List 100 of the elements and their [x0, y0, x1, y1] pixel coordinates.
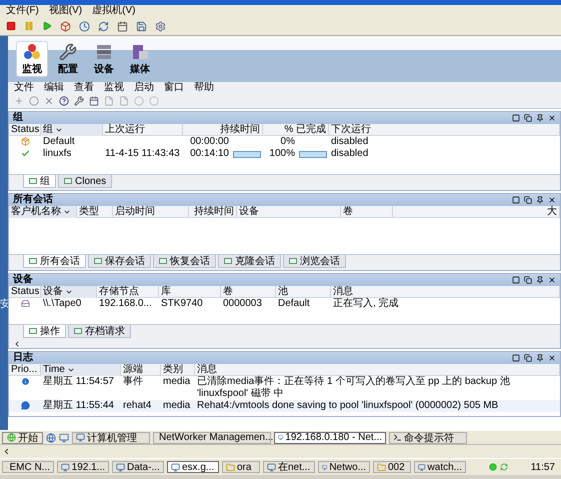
maximize-icon[interactable]	[512, 276, 520, 284]
taskbar-button[interactable]: watch...	[414, 461, 466, 473]
close-icon[interactable]	[548, 114, 556, 122]
taskbar-button[interactable]: 在net...	[263, 461, 315, 473]
panel-tab[interactable]: 保存会话	[88, 255, 151, 268]
table-cell-text: disabled	[330, 148, 370, 160]
nav-button[interactable]: 媒体	[124, 41, 156, 77]
taskbar-button[interactable]: 192.1...	[57, 461, 109, 473]
taskbar-button[interactable]: 192.168.0.180 - Net...	[274, 432, 386, 444]
taskbar-button[interactable]: 命令提示符	[389, 432, 467, 444]
taskbar-button[interactable]: Data-...	[112, 461, 164, 473]
column-header[interactable]: 设备	[41, 286, 97, 298]
browser-icon[interactable]	[46, 432, 56, 442]
pin-icon[interactable]	[536, 114, 544, 122]
nav-button[interactable]: 配置	[52, 41, 84, 77]
column-header[interactable]: 启动时间	[113, 206, 189, 218]
panel-tab[interactable]: 操作	[23, 325, 66, 338]
refresh-icon[interactable]	[98, 20, 109, 32]
panel-tab[interactable]: 所有会话	[23, 255, 86, 268]
pin-icon[interactable]	[536, 196, 544, 204]
server-stack-icon	[95, 43, 113, 61]
desktop-icon[interactable]	[59, 432, 69, 442]
taskbar-button[interactable]: Netwo...	[318, 461, 370, 473]
calendar-icon[interactable]	[117, 20, 128, 32]
column-header[interactable]: 卷	[221, 286, 276, 298]
menu-item[interactable]: 文件(F)	[6, 5, 39, 17]
close-icon[interactable]	[548, 276, 556, 284]
panel-tab[interactable]: 克隆会话	[218, 255, 281, 268]
column-header[interactable]: 存储节点	[97, 286, 159, 298]
panel-tab[interactable]: 恢复会话	[153, 255, 216, 268]
column-header[interactable]: 消息	[331, 286, 560, 298]
maximize-icon[interactable]	[512, 354, 520, 362]
column-header[interactable]: 类型	[77, 206, 113, 218]
menu-item[interactable]: 帮助	[194, 82, 214, 94]
column-header[interactable]: Time	[41, 364, 121, 376]
taskbar-button[interactable]: EMC N...	[2, 461, 54, 473]
settings-icon[interactable]	[155, 20, 166, 32]
pin-icon[interactable]	[536, 276, 544, 284]
column-header[interactable]: 组	[41, 124, 103, 136]
save-icon[interactable]	[136, 20, 147, 32]
menu-item[interactable]: 窗口	[164, 82, 184, 94]
menu-item[interactable]: 虚拟机(V)	[92, 5, 136, 17]
stop-icon[interactable]	[6, 21, 16, 31]
column-header[interactable]: 客户机名称	[9, 206, 77, 218]
pin-icon[interactable]	[536, 354, 544, 362]
help-icon[interactable]	[59, 96, 69, 106]
column-header[interactable]: 池	[276, 286, 331, 298]
taskbar-button[interactable]: ora	[222, 461, 260, 473]
restore-icon[interactable]	[524, 354, 532, 362]
column-header[interactable]: 卷	[341, 206, 393, 218]
panel-tab[interactable]: 存档请求	[68, 325, 131, 338]
start-logo-icon	[7, 433, 16, 442]
restore-icon[interactable]	[524, 276, 532, 284]
column-header[interactable]: % 已完成	[263, 124, 329, 136]
clock-icon[interactable]	[79, 20, 90, 32]
taskbar-button[interactable]: 002	[373, 461, 411, 473]
taskbar-button[interactable]: NetWorker Managemen...	[153, 432, 271, 444]
calendar-icon[interactable]	[89, 96, 99, 106]
delete-icon[interactable]	[44, 96, 54, 106]
scroll-left-icon[interactable]	[13, 340, 21, 348]
panel-title: 组	[13, 112, 23, 124]
taskbar-button[interactable]: esx.g...	[167, 461, 219, 473]
start-button[interactable]: 开始	[2, 432, 43, 444]
nav-button[interactable]: 设备	[88, 41, 120, 77]
clock: 11:57	[530, 462, 556, 472]
panel-tab[interactable]: 浏览会话	[283, 255, 346, 268]
restore-icon[interactable]	[524, 196, 532, 204]
panel-tab[interactable]: 组	[23, 175, 56, 188]
cube-icon[interactable]	[60, 20, 71, 32]
menu-item[interactable]: 编辑	[44, 82, 64, 94]
wrench-icon[interactable]	[74, 96, 84, 106]
table-cell-text: \\.\Tape0	[42, 298, 82, 310]
nav-button[interactable]: 监视	[16, 41, 48, 77]
tab-icon	[94, 258, 102, 264]
close-icon[interactable]	[548, 354, 556, 362]
table-cell-text: 已清除media事件：正在等待 1 个可写入的卷写入至 pp 上的 backup 池 'linuxfspool' 磁带 中	[196, 376, 511, 400]
column-header[interactable]: 大	[393, 206, 560, 218]
taskbar-button[interactable]: 计算机管理	[72, 432, 150, 444]
column-header[interactable]: 持续时间	[189, 206, 237, 218]
table-cell-text: 0000003	[222, 298, 263, 310]
column-header[interactable]: 上次运行	[103, 124, 183, 136]
column-header[interactable]: 下次运行	[329, 124, 560, 136]
column-header[interactable]: 持续时间	[183, 124, 263, 136]
menu-item[interactable]: 查看	[74, 82, 94, 94]
table-cell-text: 星期五 11:54:57	[42, 376, 115, 388]
maximize-icon[interactable]	[512, 196, 520, 204]
restore-icon[interactable]	[524, 114, 532, 122]
panel-title: 日志	[13, 352, 33, 364]
column-header[interactable]: 库	[159, 286, 221, 298]
menu-item[interactable]: 文件	[14, 82, 34, 94]
close-icon[interactable]	[548, 196, 556, 204]
scroll-left-icon[interactable]	[2, 447, 11, 456]
table-cell-text: rehat4	[122, 400, 152, 412]
column-header[interactable]: 设备	[237, 206, 341, 218]
panel-tab[interactable]: Clones	[58, 175, 112, 188]
terminal-icon	[393, 433, 402, 442]
maximize-icon[interactable]	[512, 114, 520, 122]
menu-item[interactable]: 启动	[134, 82, 154, 94]
menu-item[interactable]: 监视	[104, 82, 124, 94]
menu-item[interactable]: 视图(V)	[48, 5, 82, 17]
